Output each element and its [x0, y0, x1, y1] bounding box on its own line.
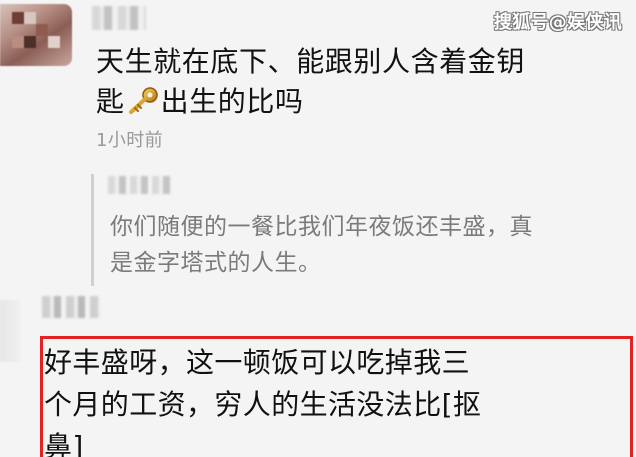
comment-thread-screenshot: 搜狐号@娱侠讯 天生就在底下、能跟别人含着金钥 匙 出生的比吗 1小时前 你们随… — [0, 0, 636, 457]
quoted-reply-text: 你们随便的一餐比我们年夜饭还丰盛，真 是金字塔式的人生。 — [110, 214, 533, 276]
watermark: 搜狐号@娱侠讯 — [493, 12, 622, 33]
username-redacted[interactable] — [92, 6, 146, 30]
comment-text: 好丰盛呀，这一顿饭可以吃掉我三 个月的工资，穷人的生活没法比[抠 鼻] — [44, 346, 482, 457]
comment-text-after-icon: 出生的比吗 — [160, 85, 304, 118]
timestamp: 1小时前 — [96, 130, 164, 151]
username-redacted[interactable] — [42, 296, 100, 318]
comment-text: 天生就在底下、能跟别人含着金钥 匙 出生的比吗 — [96, 42, 596, 122]
quote-bar — [91, 174, 94, 286]
avatar[interactable] — [0, 4, 72, 66]
key-icon — [126, 86, 160, 114]
avatar[interactable] — [0, 300, 20, 362]
quoted-username-redacted[interactable] — [108, 176, 172, 194]
